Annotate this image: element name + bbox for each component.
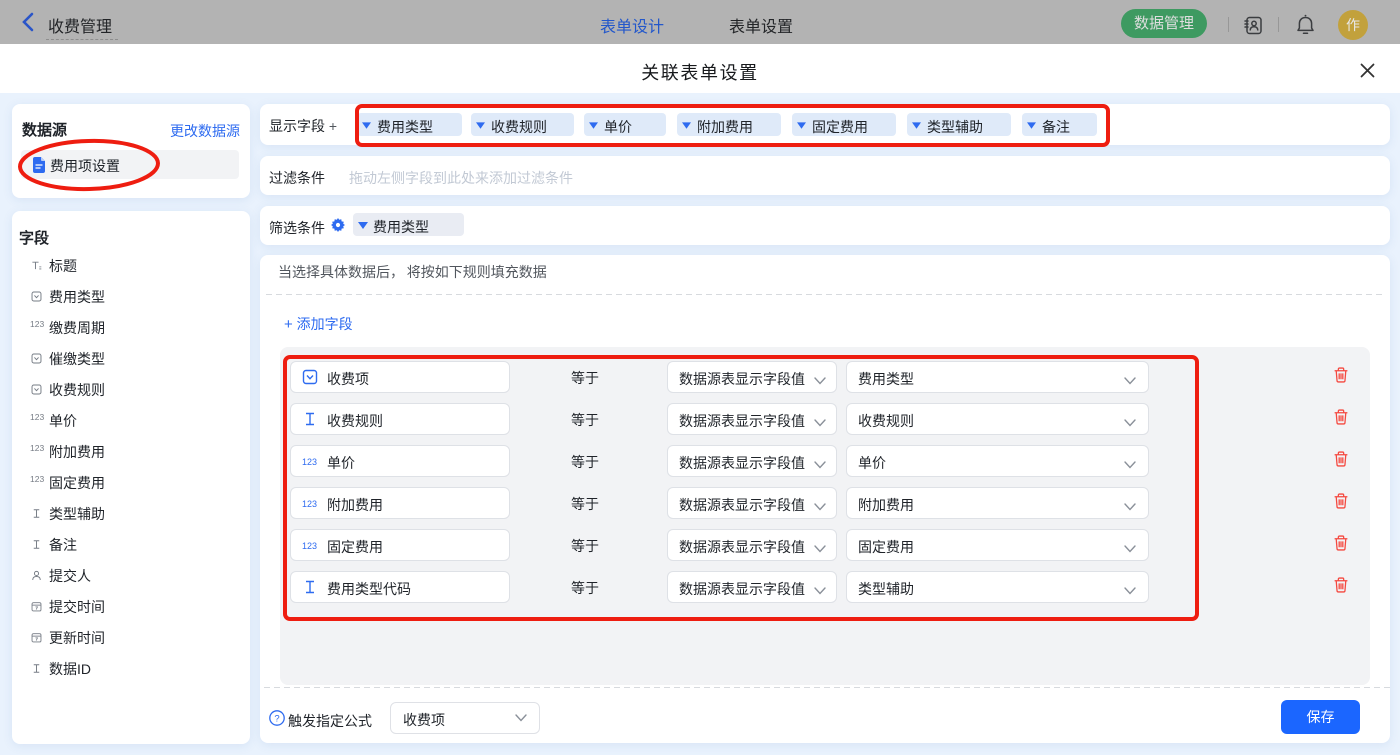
- svg-text:?: ?: [274, 713, 279, 724]
